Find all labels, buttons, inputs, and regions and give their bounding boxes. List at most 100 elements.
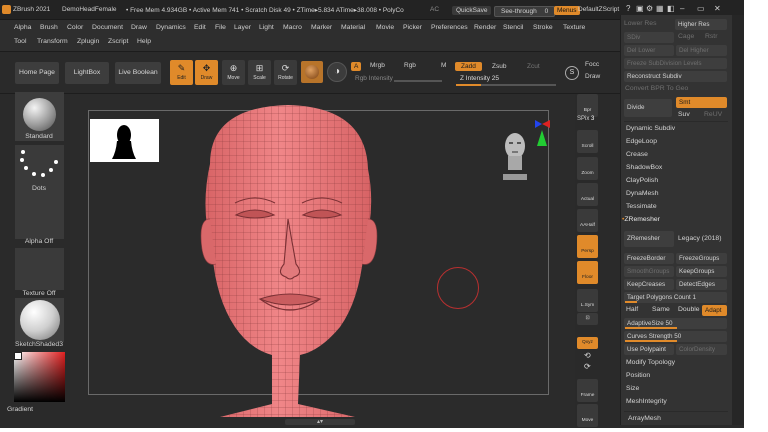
half-button[interactable]: Half bbox=[626, 306, 638, 313]
sdiv-slider[interactable]: SDiv bbox=[624, 32, 674, 43]
modify-topology-item[interactable]: Modify Topology bbox=[626, 359, 675, 366]
mrgb-toggle[interactable]: Mrgb bbox=[370, 62, 385, 69]
menu-stroke[interactable]: Stroke bbox=[533, 24, 553, 31]
menu-file[interactable]: File bbox=[215, 24, 226, 31]
rgb-intensity-slider[interactable] bbox=[394, 80, 442, 82]
menu-color[interactable]: Color bbox=[67, 24, 83, 31]
tessimate-item[interactable]: Tessimate bbox=[626, 203, 657, 210]
panel-scrollbar[interactable] bbox=[732, 15, 744, 425]
scale-mode-button[interactable]: ⊞ Scale bbox=[248, 60, 271, 85]
restore-icon[interactable]: ▭ bbox=[697, 4, 705, 13]
menu-dynamics[interactable]: Dynamics bbox=[156, 24, 186, 31]
menu-material[interactable]: Material bbox=[341, 24, 365, 31]
rotate-z-icon[interactable]: ⟳ bbox=[584, 362, 591, 371]
rgb-toggle[interactable]: Rgb bbox=[404, 62, 416, 69]
double-button[interactable]: Double bbox=[678, 306, 700, 313]
menu-stencil[interactable]: Stencil bbox=[503, 24, 523, 31]
home-page-button[interactable]: Home Page bbox=[15, 62, 59, 84]
detectedges-toggle[interactable]: DetectEdges bbox=[676, 279, 727, 290]
adapt-toggle[interactable]: Adapt bbox=[702, 305, 727, 316]
crease-item[interactable]: Crease bbox=[626, 151, 648, 158]
persp-button[interactable]: Persp bbox=[577, 235, 598, 258]
menu-preferences[interactable]: Preferences bbox=[431, 24, 468, 31]
del-higher-button[interactable]: Del Higher bbox=[676, 45, 727, 56]
help-icon[interactable]: ? bbox=[626, 4, 630, 13]
qxyz-button[interactable]: Qxyz bbox=[577, 337, 598, 349]
minimize-icon[interactable]: – bbox=[680, 4, 684, 13]
reuv-toggle[interactable]: ReUV bbox=[704, 111, 722, 118]
brush-material-swatch[interactable] bbox=[301, 61, 323, 83]
reconstruct-subdiv-button[interactable]: Reconstruct Subdiv bbox=[624, 71, 727, 82]
draw-mode-button[interactable]: ✥ Draw bbox=[195, 60, 218, 85]
menu-zscript[interactable]: Zscript bbox=[108, 38, 128, 45]
arraymesh-item[interactable]: ArrayMesh bbox=[628, 415, 661, 422]
shadowbox-item[interactable]: ShadowBox bbox=[626, 164, 662, 171]
lightbox-button[interactable]: LightBox bbox=[65, 62, 109, 84]
scroll-button[interactable]: Scroll bbox=[577, 130, 598, 153]
close-icon[interactable]: ✕ bbox=[714, 4, 721, 13]
default-zscript-button[interactable]: DefaultZScript bbox=[578, 6, 619, 13]
menu-brush[interactable]: Brush bbox=[40, 24, 58, 31]
freezeborder-toggle[interactable]: FreezeBorder bbox=[624, 253, 674, 264]
edgeloop-item[interactable]: EdgeLoop bbox=[626, 138, 657, 145]
stroke-type-icon[interactable]: ◑ bbox=[327, 62, 347, 82]
quicksave-button[interactable]: QuickSave bbox=[452, 6, 492, 15]
rstr-button[interactable]: Rstr bbox=[705, 33, 717, 40]
dynamic-subdiv-item[interactable]: Dynamic Subdiv bbox=[626, 125, 675, 132]
local-sym-button[interactable]: L.Sym bbox=[577, 289, 598, 312]
a-toggle[interactable]: A bbox=[351, 62, 362, 71]
aahalf-button[interactable]: AAHalf bbox=[577, 209, 598, 232]
settings-icon[interactable]: ⚙ bbox=[646, 4, 653, 13]
menu-render[interactable]: Render bbox=[474, 24, 496, 31]
menu-light[interactable]: Light bbox=[259, 24, 274, 31]
move-mode-button[interactable]: ⊕ Move bbox=[222, 60, 245, 85]
m-toggle[interactable]: M bbox=[441, 62, 446, 69]
zadd-toggle[interactable]: Zadd bbox=[455, 62, 482, 71]
zsub-toggle[interactable]: Zsub bbox=[492, 63, 506, 70]
menu-picker[interactable]: Picker bbox=[403, 24, 422, 31]
menu-movie[interactable]: Movie bbox=[376, 24, 394, 31]
rotate-mode-button[interactable]: ⟳ Rotate bbox=[274, 60, 297, 85]
zremesher-section-header[interactable]: •ZRemesher bbox=[622, 216, 660, 223]
bpr-button[interactable]: Bpr bbox=[577, 94, 598, 117]
main-color-swatch[interactable] bbox=[14, 352, 22, 360]
meshintegrity-item[interactable]: MeshIntegrity bbox=[626, 398, 667, 405]
menu-document[interactable]: Document bbox=[92, 24, 123, 31]
frame-button[interactable]: Frame bbox=[577, 379, 598, 402]
del-lower-button[interactable]: Del Lower bbox=[624, 45, 674, 56]
layout-icon[interactable]: ▣ bbox=[636, 4, 644, 13]
move-button[interactable]: Move bbox=[577, 404, 598, 427]
see-through-slider[interactable]: See-through 0 bbox=[494, 6, 556, 17]
keepcreases-toggle[interactable]: KeepCreases bbox=[624, 279, 674, 290]
freeze-subdiv-button[interactable]: Freeze SubDivision Levels bbox=[624, 58, 727, 69]
zoom-button[interactable]: Zoom bbox=[577, 157, 598, 180]
head-mesh[interactable] bbox=[180, 99, 410, 419]
live-boolean-button[interactable]: Live Boolean bbox=[115, 62, 161, 84]
color-density-slider[interactable]: ColorDensity bbox=[676, 344, 727, 355]
spix-slider[interactable]: SPix 3 bbox=[577, 116, 594, 122]
grid-icon[interactable]: ▦ bbox=[656, 4, 664, 13]
zremesher-button[interactable]: ZRemesher bbox=[624, 231, 674, 247]
menu-transform[interactable]: Transform bbox=[37, 38, 68, 45]
texture-slot[interactable] bbox=[15, 248, 64, 290]
swap-icon[interactable]: ◧ bbox=[667, 4, 675, 13]
menu-zplugin[interactable]: Zplugin bbox=[77, 38, 99, 45]
dynamesh-item[interactable]: DynaMesh bbox=[626, 190, 659, 197]
floor-button[interactable]: Floor bbox=[577, 261, 598, 284]
actual-button[interactable]: Actual bbox=[577, 183, 598, 206]
edit-mode-button[interactable]: ✎ Edit bbox=[170, 60, 193, 85]
higher-res-button[interactable]: Higher Res bbox=[675, 19, 727, 30]
suv-toggle[interactable]: Suv bbox=[678, 111, 690, 118]
convert-bpr-button[interactable]: Convert BPR To Geo bbox=[625, 85, 688, 92]
material-slot[interactable] bbox=[15, 298, 64, 342]
smoothgroups-slider[interactable]: SmoothGroups bbox=[624, 266, 674, 277]
divide-button[interactable]: Divide bbox=[624, 99, 672, 117]
same-button[interactable]: Same bbox=[652, 306, 670, 313]
keepgroups-toggle[interactable]: KeepGroups bbox=[676, 266, 727, 277]
freezegroups-toggle[interactable]: FreezeGroups bbox=[676, 253, 727, 264]
smt-toggle[interactable]: Smt bbox=[676, 97, 727, 108]
position-item[interactable]: Position bbox=[626, 372, 650, 379]
focal-shift-icon[interactable]: S bbox=[565, 66, 579, 80]
menu-edit[interactable]: Edit bbox=[194, 24, 206, 31]
rotate-y-icon[interactable]: ⟲ bbox=[584, 351, 591, 360]
